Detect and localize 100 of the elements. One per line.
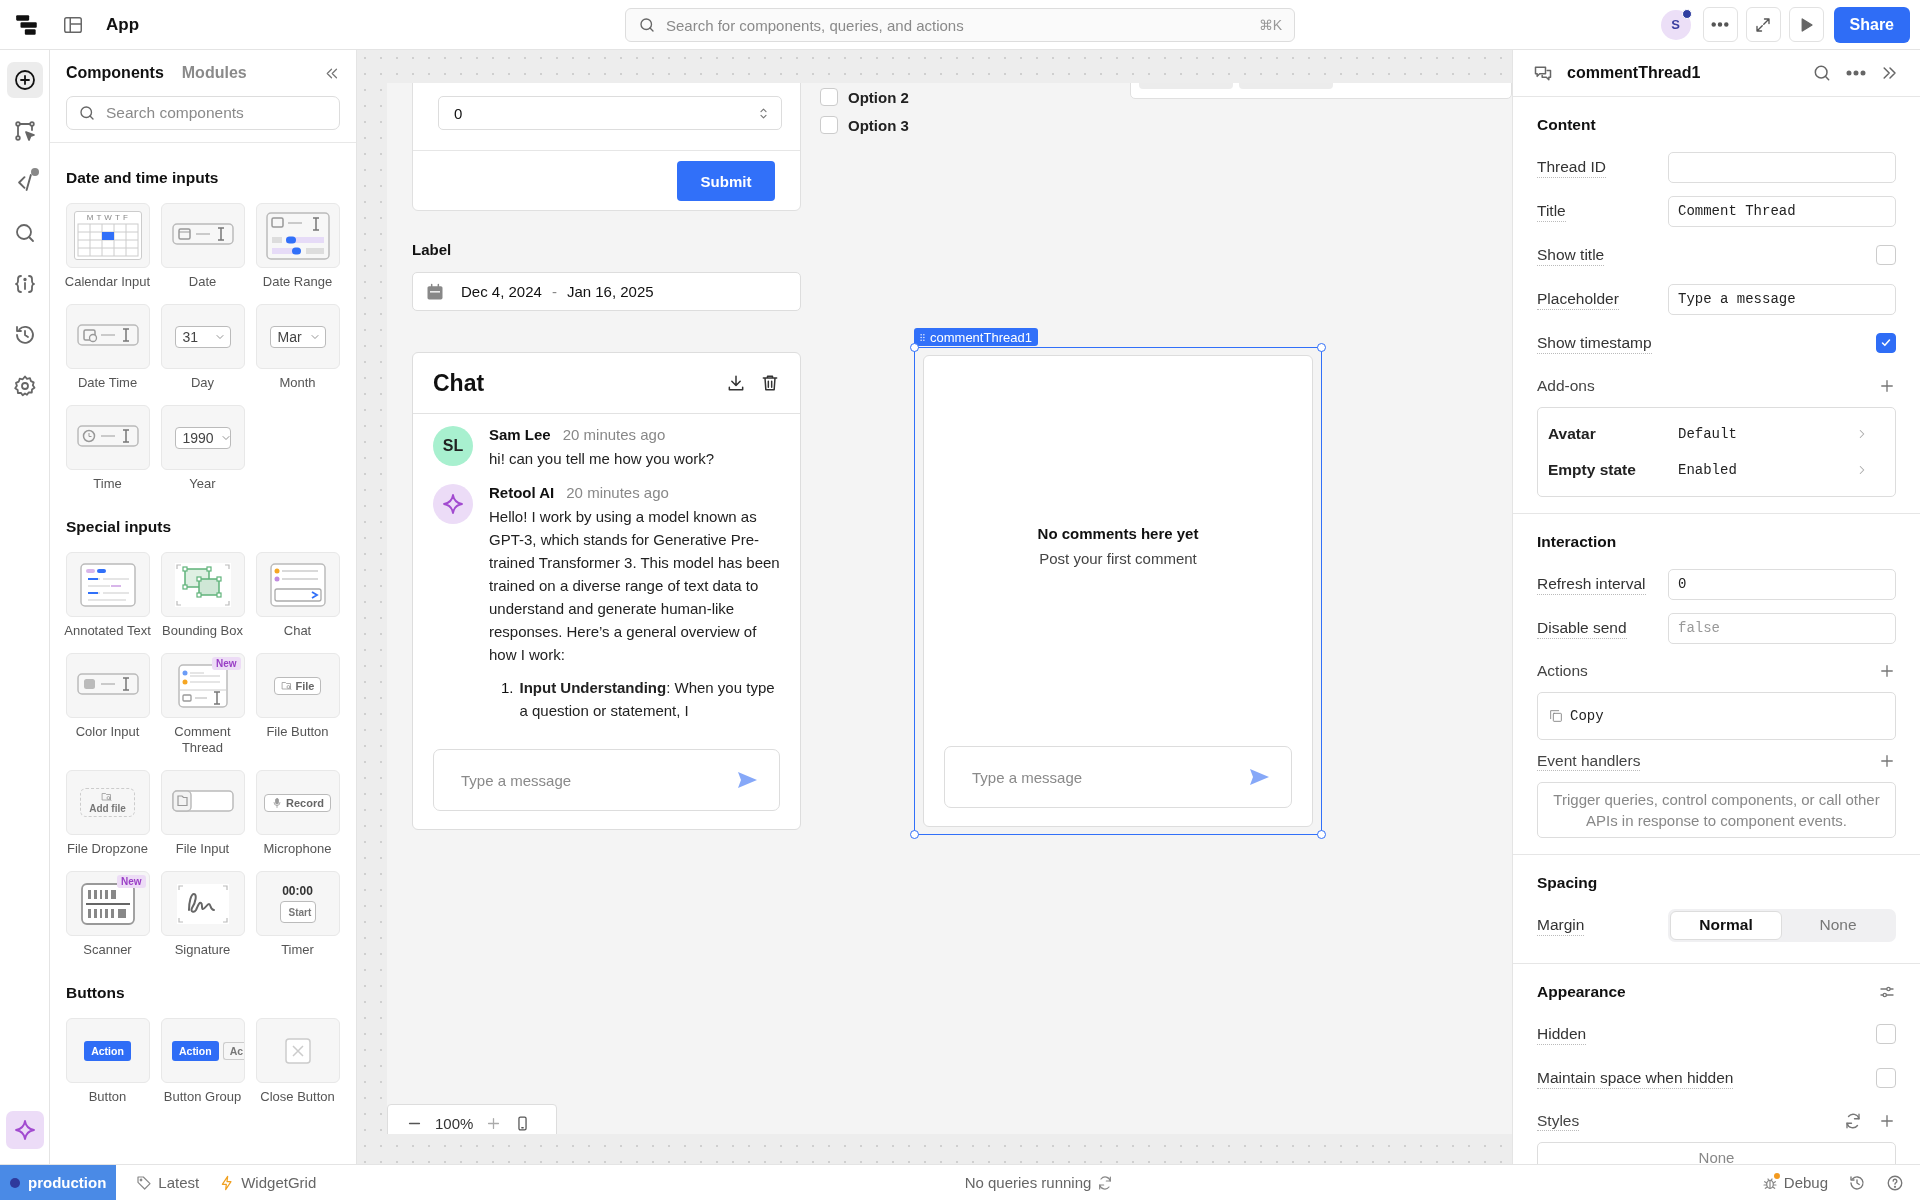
user-avatar[interactable]: S (1660, 9, 1691, 40)
add-icon[interactable] (1878, 377, 1896, 395)
component-name: commentThread1 (1567, 64, 1701, 82)
resize-handle[interactable] (910, 830, 919, 839)
component-label: Button (88, 1089, 127, 1105)
property-field[interactable]: Comment Thread (1668, 195, 1896, 227)
component-tile[interactable] (255, 203, 340, 268)
list-item-text: Input Understanding: When you type a question or statement, I (519, 678, 776, 721)
action-button-preview: Action (84, 1040, 131, 1061)
more-button[interactable] (1702, 7, 1738, 42)
end-date: Jan 16, 2025 (566, 283, 654, 300)
checkbox[interactable] (1876, 245, 1896, 265)
component-tile[interactable]: Mar (255, 304, 340, 369)
date-range-field[interactable]: Dec 4, 2024 - Jan 16, 2025 (412, 272, 801, 311)
share-button[interactable]: Share (1833, 6, 1910, 43)
addon-name[interactable]: Empty state (1548, 461, 1678, 479)
environment-badge[interactable]: production (0, 1165, 117, 1200)
component-tile[interactable] (65, 304, 150, 369)
refresh-icon[interactable] (1097, 1174, 1114, 1191)
checkbox[interactable] (1876, 1024, 1896, 1044)
component-tile[interactable]: 31 (160, 304, 245, 369)
component-tile[interactable] (160, 770, 245, 835)
message-author: Sam Lee (489, 426, 551, 443)
search-field[interactable]: Search components (66, 96, 340, 130)
search-icon (638, 16, 656, 34)
component-tile[interactable] (160, 203, 245, 268)
section-title: Content (1537, 116, 1596, 134)
branch-link[interactable]: Latest (136, 1174, 200, 1191)
component-tile[interactable] (65, 405, 150, 470)
search-field[interactable]: Search for components, queries, and actions ⌘K (625, 8, 1295, 42)
addon-name[interactable]: Avatar (1548, 425, 1678, 443)
component-tile[interactable] (160, 552, 245, 617)
component-tag[interactable]: commentThread1 (914, 328, 1038, 346)
app-link[interactable]: WidgetGrid (219, 1174, 317, 1191)
component-tile[interactable]: M T W T F (65, 203, 150, 268)
component-tile[interactable]: Add file (65, 770, 150, 835)
number-field[interactable]: 0 (438, 96, 782, 130)
refresh-icon[interactable] (1844, 1112, 1862, 1130)
component-label: Day (190, 375, 215, 391)
fullscreen-button[interactable] (1745, 7, 1781, 42)
trash-icon[interactable] (760, 373, 780, 393)
checkbox[interactable] (1876, 1068, 1896, 1088)
preview-button[interactable] (1788, 7, 1824, 42)
component-tile[interactable] (160, 871, 245, 936)
component-tile[interactable]: Action Ac (160, 1018, 245, 1083)
component-tile[interactable] (65, 653, 150, 718)
add-icon[interactable] (1878, 752, 1896, 770)
component-tile[interactable] (255, 552, 340, 617)
checkbox[interactable] (820, 116, 838, 134)
add-icon[interactable] (1878, 662, 1896, 680)
debug-button[interactable]: Debug (1761, 1174, 1828, 1191)
property-label: Actions (1537, 662, 1588, 680)
assistant-button[interactable] (5, 1111, 44, 1149)
component-label: File Input (175, 841, 230, 857)
zoom-level: 100% (435, 1114, 474, 1132)
submit-button[interactable]: Submit (677, 161, 775, 201)
message-field[interactable]: Type a message (433, 749, 780, 811)
component-tile[interactable]: New (65, 871, 150, 936)
property-field[interactable]: false (1668, 612, 1896, 644)
checkbox[interactable] (1876, 333, 1896, 353)
sparkle-icon (12, 1118, 37, 1142)
component-tile[interactable]: 1990 (160, 405, 245, 470)
panel-tab[interactable]: Components (66, 64, 164, 82)
help-icon[interactable] (1886, 1173, 1904, 1192)
date-range-drawing (265, 211, 330, 260)
component-tile[interactable]: File (255, 653, 340, 718)
component-label: Microphone (263, 841, 332, 857)
select-preview: Mar (269, 325, 326, 348)
style-field[interactable]: None (1537, 1142, 1896, 1164)
resize-handle[interactable] (910, 343, 919, 352)
component-label: Year (189, 476, 216, 492)
select-preview: 1990 (174, 426, 231, 449)
field-value: 0 (454, 104, 464, 122)
property-field[interactable] (1668, 151, 1896, 183)
resize-handle[interactable] (1317, 830, 1326, 839)
more-icon (1711, 22, 1730, 27)
search-icon[interactable] (1812, 63, 1832, 83)
rail-button[interactable] (6, 62, 43, 98)
segment-option[interactable]: Normal (1670, 910, 1782, 940)
property-field[interactable]: 0 (1668, 568, 1896, 600)
segment-option[interactable]: None (1782, 910, 1894, 940)
message-field[interactable]: Type a message (944, 746, 1292, 808)
component-tile[interactable]: New (160, 653, 245, 718)
property-label: Hidden (1537, 1023, 1587, 1045)
property-field[interactable]: Type a message (1668, 283, 1896, 315)
component-tile[interactable]: 00:00 Start (255, 871, 340, 936)
action-name[interactable]: Copy (1570, 708, 1885, 724)
panel-tab[interactable]: Modules (181, 64, 247, 82)
component-tile[interactable] (65, 552, 150, 617)
component-tile[interactable]: Action (65, 1018, 150, 1083)
record-button-preview: Record (264, 793, 331, 812)
variables-icon (12, 272, 37, 296)
download-icon[interactable] (726, 373, 746, 393)
checkbox[interactable] (820, 88, 838, 106)
resize-handle[interactable] (1317, 343, 1326, 352)
file-button-preview: File (273, 676, 322, 695)
component-tile[interactable]: Record (255, 770, 340, 835)
add-icon[interactable] (1878, 1112, 1896, 1130)
history-icon[interactable] (1848, 1173, 1866, 1192)
component-tile[interactable] (255, 1018, 340, 1083)
